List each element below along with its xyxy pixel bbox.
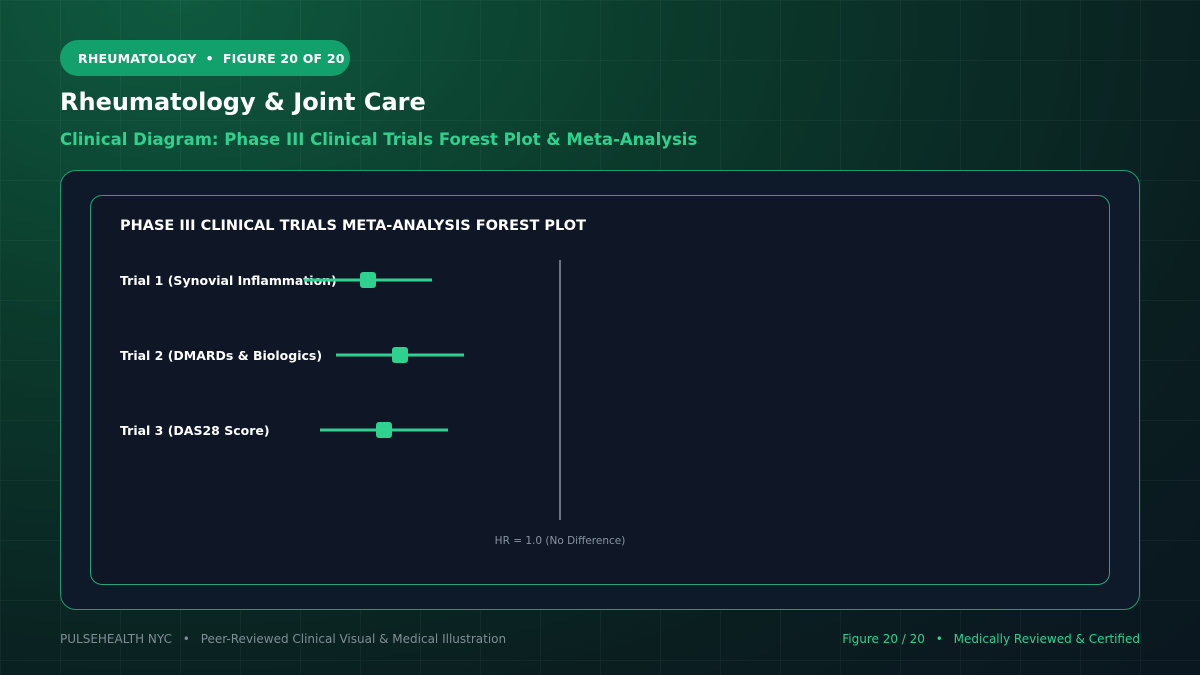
trial-label: Trial 2 (DMARDs & Biologics) (120, 348, 322, 363)
trial-row: Trial 1 (Synovial Inflammation) (120, 272, 432, 288)
point-estimate (376, 422, 392, 438)
footer-brand: PULSEHEALTH NYC (60, 632, 172, 646)
trial-row: Trial 2 (DMARDs & Biologics) (120, 347, 464, 363)
reference-line-label: HR = 1.0 (No Difference) (495, 535, 626, 547)
point-estimate (360, 272, 376, 288)
point-estimate (392, 347, 408, 363)
chart-title: PHASE III CLINICAL TRIALS META-ANALYSIS … (120, 218, 586, 234)
forest-plot-chart: PHASE III CLINICAL TRIALS META-ANALYSIS … (120, 218, 626, 547)
trials-group: Trial 1 (Synovial Inflammation) Trial 2 (… (120, 272, 464, 438)
footer-separator-right: • (935, 632, 943, 646)
footer-left: PULSEHEALTH NYC • Peer-Reviewed Clinical… (60, 632, 506, 646)
footer-right: Figure 20 / 20 • Medically Reviewed & Ce… (842, 632, 1140, 646)
footer-certification: Medically Reviewed & Certified (953, 632, 1140, 646)
footer-figure: Figure 20 / 20 (842, 632, 925, 646)
trial-label: Trial 3 (DAS28 Score) (120, 423, 270, 438)
footer-tagline: Peer-Reviewed Clinical Visual & Medical … (200, 632, 507, 646)
trial-row: Trial 3 (DAS28 Score) (120, 422, 448, 438)
footer-separator: • (182, 632, 190, 646)
